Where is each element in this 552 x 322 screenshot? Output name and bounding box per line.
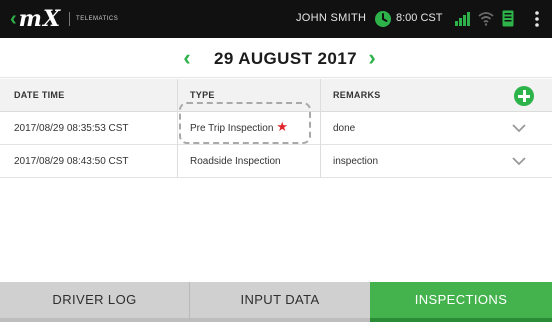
row-remarks: inspection xyxy=(333,156,379,167)
app-logo: ‹ mX TELEMATICS xyxy=(10,6,118,32)
date-navigation: ‹ 29 AUGUST 2017 › xyxy=(0,38,552,78)
tab-inspections[interactable]: INSPECTIONS xyxy=(370,282,552,322)
status-bar: ‹ mX TELEMATICS JOHN SMITH 8:00 CST xyxy=(0,0,552,38)
header-remarks: REMARKS xyxy=(333,90,381,100)
clock-icon[interactable] xyxy=(374,10,392,28)
header-type: TYPE xyxy=(190,90,215,100)
column-divider xyxy=(177,112,178,145)
table-row[interactable]: 2017/08/29 08:43:50 CST Roadside Inspect… xyxy=(0,145,552,178)
tablet-icon[interactable] xyxy=(502,10,514,27)
logo-subtext: TELEMATICS xyxy=(76,16,119,22)
row-datetime: 2017/08/29 08:43:50 CST xyxy=(14,156,129,167)
row-datetime: 2017/08/29 08:35:53 CST xyxy=(14,123,129,134)
menu-icon[interactable] xyxy=(534,10,540,28)
next-date-button[interactable]: › xyxy=(361,46,383,70)
row-type: Pre Trip Inspection ★ xyxy=(190,112,288,145)
inspections-table: DATE TIME TYPE REMARKS 2017/08/29 08:35:… xyxy=(0,79,552,178)
logo-chevron-icon: ‹ xyxy=(10,8,17,30)
row-type-label: Pre Trip Inspection xyxy=(190,123,274,134)
row-remarks: done xyxy=(333,123,356,134)
clock-time: 8:00 CST xyxy=(396,12,443,24)
previous-date-button[interactable]: ‹ xyxy=(176,46,198,70)
tab-driver-log[interactable]: DRIVER LOG xyxy=(0,282,190,322)
column-divider xyxy=(177,145,178,178)
logo-divider xyxy=(69,12,71,26)
signal-icon xyxy=(455,12,470,26)
tab-input-data[interactable]: INPUT DATA xyxy=(190,282,370,322)
row-type: Roadside Inspection xyxy=(190,156,281,167)
table-row[interactable]: 2017/08/29 08:35:53 CST Pre Trip Inspect… xyxy=(0,112,552,145)
add-inspection-button[interactable] xyxy=(514,86,534,106)
table-header: DATE TIME TYPE REMARKS xyxy=(0,79,552,112)
column-divider xyxy=(320,112,321,145)
column-divider xyxy=(320,79,321,112)
wifi-icon xyxy=(478,12,494,26)
column-divider xyxy=(177,79,178,112)
chevron-down-icon[interactable] xyxy=(512,122,526,134)
chevron-down-icon[interactable] xyxy=(512,155,526,167)
bottom-tab-bar: DRIVER LOG INPUT DATA INSPECTIONS xyxy=(0,282,552,322)
required-star-icon: ★ xyxy=(276,119,289,134)
column-divider xyxy=(320,145,321,178)
header-date-time: DATE TIME xyxy=(14,90,65,100)
logo-mark: mX xyxy=(18,6,62,32)
current-date: 29 AUGUST 2017 xyxy=(214,49,357,68)
driver-name: JOHN SMITH xyxy=(296,12,367,24)
